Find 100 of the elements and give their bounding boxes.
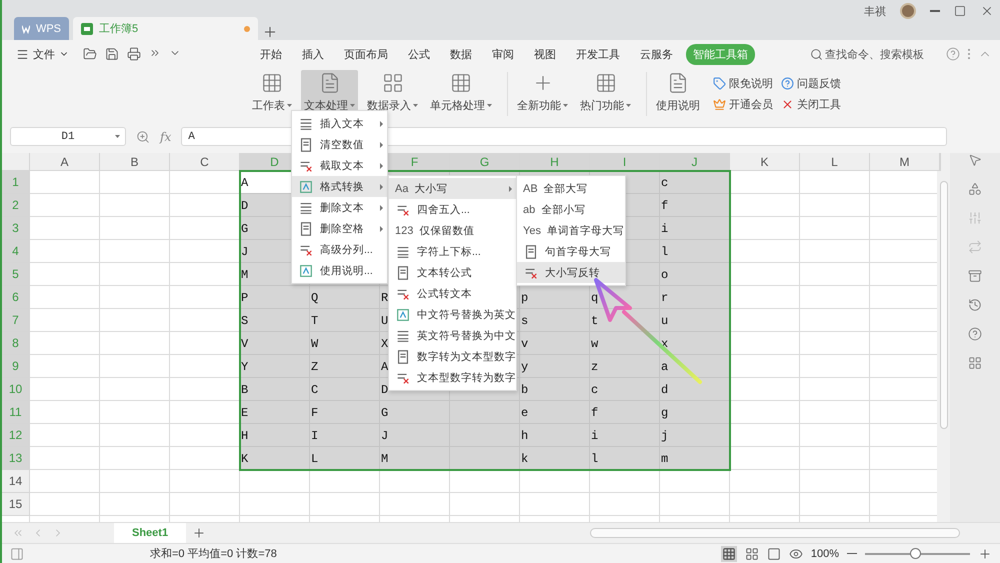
menu-item[interactable]: Yes 单词首字母大写 xyxy=(517,220,625,241)
column-header[interactable]: B xyxy=(100,153,170,171)
row-header[interactable]: 15 xyxy=(2,493,30,516)
table-cell: s xyxy=(520,314,528,328)
menu-item[interactable]: 字符上下标... xyxy=(389,241,516,262)
table-cell: b xyxy=(520,382,528,396)
menu-item-label: 全部小写 xyxy=(541,202,586,216)
table-cell: G xyxy=(240,222,248,236)
close-icon xyxy=(781,98,794,111)
slider-thumb[interactable] xyxy=(910,548,922,559)
sheet-tab[interactable]: Sheet1 xyxy=(114,522,186,544)
page-break-icon xyxy=(744,546,759,560)
search-field[interactable]: 查找命令、搜索模板 xyxy=(825,46,924,62)
apps-icon xyxy=(968,356,982,370)
table-cell: J xyxy=(380,428,388,442)
menu-item[interactable]: AB 全部大写 xyxy=(517,178,625,199)
table-cell: Z xyxy=(310,360,318,374)
maximize-icon xyxy=(954,5,966,17)
column-header[interactable]: M xyxy=(870,153,940,171)
table-cell: L xyxy=(310,452,318,466)
tool-link[interactable]: 限免说明 xyxy=(713,76,773,91)
document-icon xyxy=(395,348,411,364)
menu-item[interactable]: 公式转文本 xyxy=(389,283,516,304)
column-header[interactable]: C xyxy=(170,153,240,171)
menu-item-label: 句首字母大写 xyxy=(545,244,611,258)
column-header[interactable]: L xyxy=(800,153,870,171)
menu-item[interactable]: 英文符号替换为中文 xyxy=(389,325,516,346)
ribbon-button[interactable]: 热门功能 xyxy=(577,70,634,118)
file-menu[interactable]: 文件 xyxy=(14,46,71,62)
table-cell: j xyxy=(660,428,668,442)
tool-icon xyxy=(667,72,689,94)
table-cell: R xyxy=(380,290,388,304)
menu-item[interactable]: 文本型数字转为数字 xyxy=(389,367,516,388)
table-cell: A xyxy=(380,360,388,374)
normal-view-button[interactable] xyxy=(720,546,737,562)
menu-item[interactable]: 删除文本 xyxy=(292,197,387,218)
menu-item[interactable]: 四舍五入... xyxy=(389,199,516,220)
status-icon xyxy=(10,546,24,560)
history-icon xyxy=(968,298,982,312)
document-icon xyxy=(298,136,314,152)
table-cell: V xyxy=(240,336,248,350)
ribbon-tab[interactable]: 数据 xyxy=(443,44,479,64)
menu-item-label: 大小写反转 xyxy=(545,266,600,280)
menu-item[interactable]: 数字转为文本型数字 xyxy=(389,346,516,367)
ribbon-tab[interactable]: 审阅 xyxy=(485,44,521,64)
ribbon-button[interactable]: 全新功能 xyxy=(514,70,571,118)
menu-item[interactable]: 中文符号替换为英文 xyxy=(389,304,516,325)
row-header[interactable]: 14 xyxy=(2,470,30,493)
menu-item[interactable]: 123 仅保留数值 xyxy=(389,220,516,241)
sliders-icon xyxy=(968,211,982,225)
column-header[interactable]: A xyxy=(30,153,100,171)
menu-item[interactable]: Aa 大小写 xyxy=(389,178,516,199)
ribbon-tab[interactable]: 云服务 xyxy=(633,44,680,64)
zoom-level[interactable]: 100% xyxy=(810,548,839,560)
table-cell: K xyxy=(240,452,248,466)
ribbon-tab[interactable]: 开始 xyxy=(253,44,289,64)
cursor-icon xyxy=(968,153,982,167)
table-cell: g xyxy=(660,406,668,420)
menu-item[interactable]: ab 全部小写 xyxy=(517,199,625,220)
user-name: 丰祺 xyxy=(864,4,886,18)
table-cell: Q xyxy=(310,290,318,304)
logo-icon xyxy=(22,24,30,34)
table-cell: z xyxy=(590,360,598,374)
table-cell: f xyxy=(590,406,598,420)
scrollbar-thumb[interactable] xyxy=(940,181,948,429)
menu-item[interactable]: 删除空格 xyxy=(292,218,387,239)
name-box[interactable]: D1 xyxy=(10,127,126,146)
tool-icon xyxy=(261,72,283,94)
table-cell: k xyxy=(520,452,528,466)
menu-item-label: 全部大写 xyxy=(544,182,588,196)
menu-item[interactable]: 文本转公式 xyxy=(389,262,516,283)
horizontal-scrollbar[interactable] xyxy=(590,528,960,538)
tool-link[interactable]: 关闭工具 xyxy=(781,97,841,112)
ribbon-tab[interactable]: 公式 xyxy=(401,44,437,64)
menu-item[interactable]: 高级分列... xyxy=(292,239,387,260)
ribbon-button[interactable]: 工作表 xyxy=(249,70,295,118)
ribbon-tab[interactable]: 插入 xyxy=(295,44,331,64)
avatar[interactable] xyxy=(900,3,916,19)
menu-item[interactable]: 大小写反转 xyxy=(517,262,625,283)
menu-item-label: 使用说明... xyxy=(320,264,373,278)
column-header[interactable]: K xyxy=(730,153,800,171)
tool-link[interactable]: 开通会员 xyxy=(713,97,773,112)
menu-item[interactable]: 句首字母大写 xyxy=(517,241,625,262)
menu-item[interactable]: 格式转换 xyxy=(292,176,387,197)
ribbon-button[interactable]: 单元格处理 xyxy=(427,70,495,118)
table-cell: M xyxy=(240,268,248,282)
help-icon xyxy=(781,77,794,90)
help-icon xyxy=(968,327,982,341)
tool-link[interactable]: 问题反馈 xyxy=(781,76,841,91)
zoom-in-icon xyxy=(978,546,992,560)
table-cell: i xyxy=(660,222,668,236)
menu-item[interactable]: 使用说明... xyxy=(292,260,387,281)
ribbon-tab[interactable]: 页面布局 xyxy=(337,44,395,64)
tag-icon xyxy=(713,77,726,90)
table-cell: Y xyxy=(240,360,248,374)
menu-item-label: 截取文本 xyxy=(320,158,364,172)
ribbon-button[interactable]: 使用说明 xyxy=(653,70,703,118)
ribbon-tab[interactable]: 开发工具 xyxy=(569,44,627,64)
table-cell: m xyxy=(660,452,668,466)
ribbon-tab[interactable]: 视图 xyxy=(527,44,563,64)
